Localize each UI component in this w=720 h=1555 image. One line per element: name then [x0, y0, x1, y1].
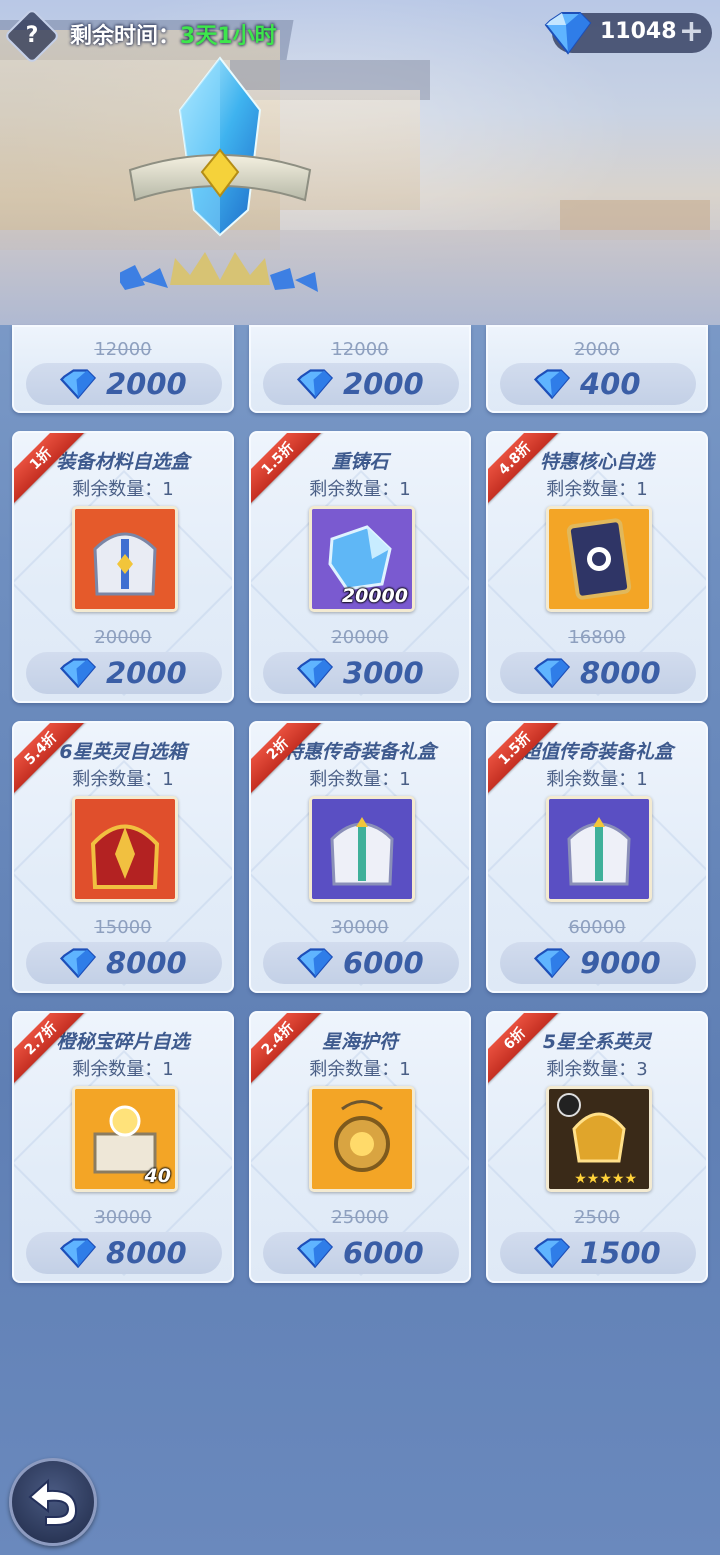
remaining-count: 剩余数量：1 — [309, 1059, 411, 1080]
price: 2000 — [343, 367, 424, 401]
legendary-armor-icon — [309, 796, 415, 902]
remaining-count: 剩余数量：1 — [546, 769, 648, 790]
diamond-icon — [297, 658, 333, 688]
buy-button[interactable]: 9000 — [500, 942, 696, 984]
diamond-amount: 11048 — [600, 19, 677, 44]
event-banner: ? 剩余时间：3天1小时 11048 + — [0, 0, 720, 325]
reforge-stone-icon: 20000 — [309, 506, 415, 612]
original-price: 20000 — [94, 627, 152, 648]
shop-item-card[interactable]: 星海护符 剩余数量：1 25000 6000 2.4折 — [249, 1011, 471, 1283]
price: 2000 — [106, 656, 187, 690]
diamond-icon — [544, 12, 592, 55]
original-price: 20000 — [331, 627, 389, 648]
price: 6000 — [343, 1236, 424, 1270]
original-price: 12000 — [94, 339, 152, 360]
shop-item-card[interactable]: 5星全系英灵 剩余数量：3 ★★★★★ 2500 1500 6折 — [486, 1011, 708, 1283]
diamond-icon — [534, 1238, 570, 1268]
shop-item-card: 12000 2000 — [249, 325, 471, 413]
shop-item-card[interactable]: 重铸石 剩余数量：1 20000 20000 3000 1.5折 — [249, 431, 471, 703]
diamond-icon — [534, 948, 570, 978]
buy-button[interactable]: 8000 — [26, 1232, 222, 1274]
amulet-icon — [309, 1086, 415, 1192]
svg-text:★★★★★: ★★★★★ — [574, 1171, 637, 1187]
timer-label: 剩余时间： — [70, 24, 181, 49]
price: 400 — [580, 367, 641, 401]
remaining-time: 剩余时间：3天1小时 — [70, 18, 277, 50]
shop-item-card[interactable]: 特惠核心自选 剩余数量：1 16800 8000 4.8折 — [486, 431, 708, 703]
help-icon: ? — [25, 23, 39, 48]
back-button[interactable] — [9, 1458, 97, 1546]
remaining-count: 剩余数量：3 — [546, 1059, 648, 1080]
original-price: 60000 — [568, 917, 626, 938]
original-price: 15000 — [94, 917, 152, 938]
buy-button[interactable]: 2000 — [26, 363, 222, 405]
original-price: 25000 — [331, 1207, 389, 1228]
price: 3000 — [343, 656, 424, 690]
buy-button[interactable]: 8000 — [26, 942, 222, 984]
buy-button[interactable]: 2000 — [26, 652, 222, 694]
price: 8000 — [106, 946, 187, 980]
original-price: 2000 — [574, 339, 620, 360]
core-card-icon — [546, 506, 652, 612]
five-star-hero-icon: ★★★★★ — [546, 1086, 652, 1192]
shop-item-card[interactable]: 6星英灵自选箱 剩余数量：1 15000 8000 5.4折 — [12, 721, 234, 993]
treasure-altar-icon: 40 — [72, 1086, 178, 1192]
add-diamond-button[interactable]: + — [679, 15, 704, 49]
diamond-icon — [534, 369, 570, 399]
diamond-icon — [534, 658, 570, 688]
diamond-icon — [297, 948, 333, 978]
buy-button[interactable]: 8000 — [500, 652, 696, 694]
diamond-balance: 11048 + — [544, 12, 712, 55]
legendary-armor-icon — [546, 796, 652, 902]
original-price: 2500 — [574, 1207, 620, 1228]
item-quantity: 40 — [144, 1165, 171, 1187]
buy-button[interactable]: 6000 — [263, 942, 459, 984]
shop-item-card[interactable]: 超值传奇装备礼盒 剩余数量：1 60000 9000 1.5折 — [486, 721, 708, 993]
original-price: 12000 — [331, 339, 389, 360]
shop-item-card: 2000 400 — [486, 325, 708, 413]
buy-button[interactable]: 3000 — [263, 652, 459, 694]
remaining-count: 剩余数量：1 — [72, 769, 174, 790]
buy-button[interactable]: 1500 — [500, 1232, 696, 1274]
timer-value: 3天1小时 — [180, 24, 277, 49]
diamond-icon — [297, 1238, 333, 1268]
diamond-icon — [60, 948, 96, 978]
remaining-count: 剩余数量：1 — [309, 479, 411, 500]
price: 2000 — [106, 367, 187, 401]
shop-grid: 12000 2000 12000 2000 2000 400 装备材料自选盒 剩… — [0, 325, 720, 1325]
buy-button[interactable]: 6000 — [263, 1232, 459, 1274]
diamond-icon — [60, 369, 96, 399]
hero-helmet-icon — [72, 796, 178, 902]
diamond-icon — [297, 369, 333, 399]
back-arrow-icon — [28, 1478, 78, 1526]
original-price: 30000 — [331, 917, 389, 938]
remaining-count: 剩余数量：1 — [72, 479, 174, 500]
original-price: 16800 — [568, 627, 626, 648]
remaining-count: 剩余数量：1 — [72, 1059, 174, 1080]
original-price: 30000 — [94, 1207, 152, 1228]
armor-chest-icon — [72, 506, 178, 612]
remaining-count: 剩余数量：1 — [309, 769, 411, 790]
price: 9000 — [580, 946, 661, 980]
item-quantity: 20000 — [341, 585, 408, 607]
price: 8000 — [580, 656, 661, 690]
shop-item-card[interactable]: 特惠传奇装备礼盒 剩余数量：1 30000 6000 2折 — [249, 721, 471, 993]
crystal-trophy-icon — [120, 56, 318, 292]
shop-item-card[interactable]: 装备材料自选盒 剩余数量：1 20000 2000 1折 — [12, 431, 234, 703]
remaining-count: 剩余数量：1 — [546, 479, 648, 500]
diamond-icon — [60, 1238, 96, 1268]
buy-button[interactable]: 400 — [500, 363, 696, 405]
buy-button[interactable]: 2000 — [263, 363, 459, 405]
price: 8000 — [106, 1236, 187, 1270]
price: 6000 — [343, 946, 424, 980]
shop-item-card: 12000 2000 — [12, 325, 234, 413]
shop-item-card[interactable]: 橙秘宝碎片自选 剩余数量：1 40 30000 8000 2.7折 — [12, 1011, 234, 1283]
diamond-icon — [60, 658, 96, 688]
price: 1500 — [580, 1236, 661, 1270]
